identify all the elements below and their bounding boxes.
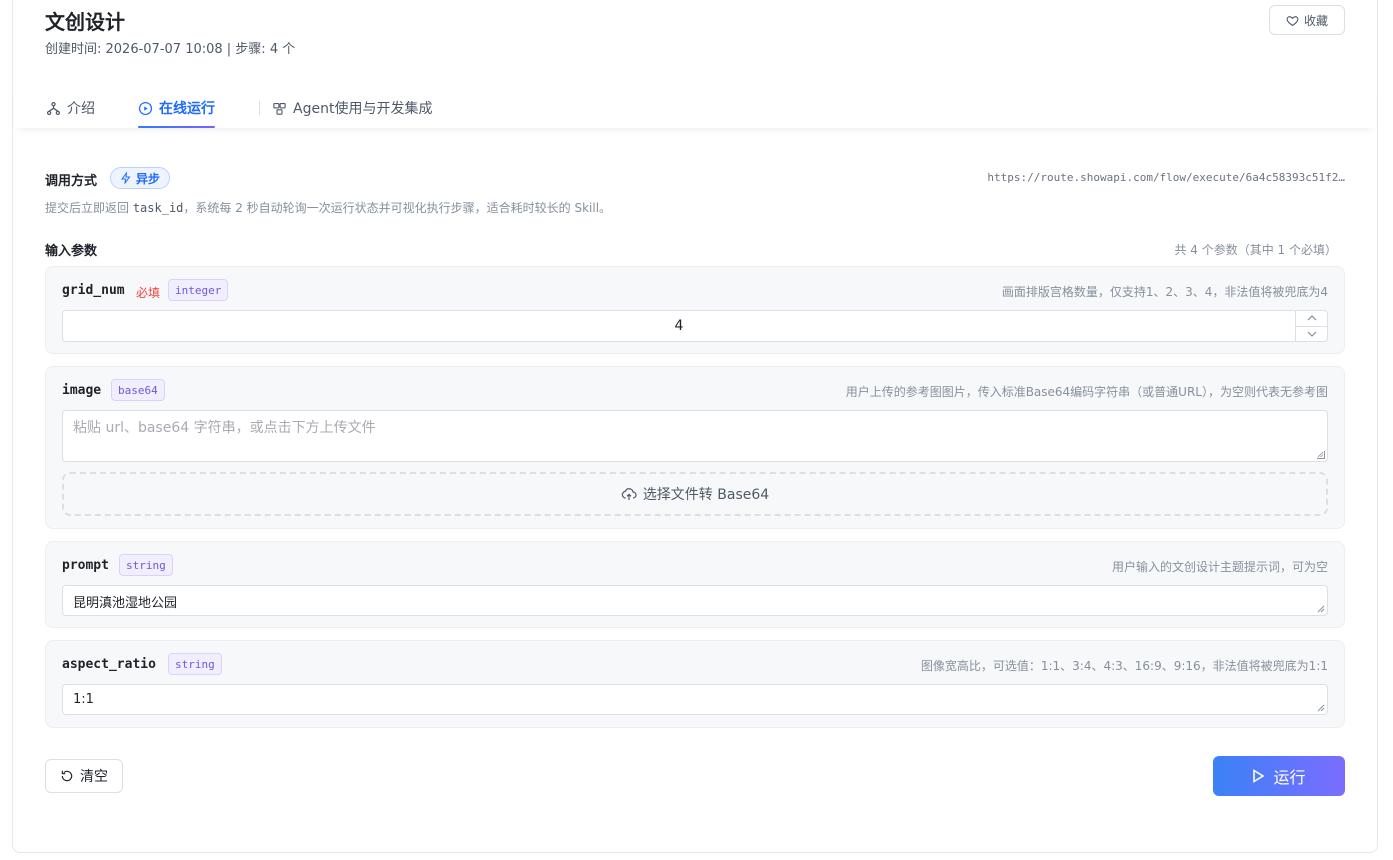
desc-text-1: 提交后立即返回: [45, 201, 133, 215]
type-badge: string: [168, 653, 222, 675]
input-params-label: 输入参数: [45, 244, 98, 259]
param-description: 用户输入的文创设计主题提示词，可为空: [1111, 560, 1328, 574]
clear-button[interactable]: 清空: [45, 759, 123, 793]
param-aspect-ratio: aspect_ratio string 图像宽高比，可选值：1:1、3:4、4:…: [45, 640, 1345, 728]
param-description: 图像宽高比，可选值：1:1、3:4、4:3、16:9、9:16，非法值将被兜底为…: [920, 659, 1328, 673]
param-count: 共 4 个参数（其中 1 个必填）: [1174, 243, 1337, 257]
resize-handle-icon[interactable]: [1317, 704, 1325, 712]
play-icon: [1252, 769, 1266, 783]
chevron-down-icon[interactable]: [1296, 327, 1327, 342]
required-mark: 必填: [136, 286, 161, 300]
param-name: image: [62, 383, 102, 398]
stepper-buttons: [1295, 311, 1327, 341]
task-id-code: task_id: [132, 201, 184, 215]
upload-cloud-icon: [621, 486, 637, 502]
type-badge: base64: [111, 379, 165, 401]
prompt-input-value: 昆明滇池湿地公园: [73, 596, 178, 611]
param-prompt: prompt string 用户输入的文创设计主题提示词，可为空 昆明滇池湿地公…: [45, 541, 1345, 628]
tab-separator: [259, 101, 260, 115]
image-input[interactable]: 粘贴 url、base64 字符串，或点击下方上传文件: [62, 410, 1328, 462]
param-name: prompt: [62, 558, 109, 573]
async-badge: 异步: [110, 167, 171, 189]
param-image: image base64 用户上传的参考图图片，传入标准Base64编码字符串（…: [45, 366, 1345, 529]
page-title: 文创设计: [45, 10, 125, 34]
page-meta: 创建时间: 2026-07-07 10:08 | 步骤: 4 个: [45, 42, 296, 57]
tab-online-run[interactable]: 在线运行: [138, 88, 215, 128]
tab-active-underline: [138, 126, 215, 128]
invoke-mode-label: 调用方式: [45, 174, 98, 189]
favorite-button[interactable]: 收藏: [1269, 5, 1345, 35]
api-icon: [272, 101, 287, 116]
undo-icon: [60, 769, 74, 783]
upload-label: 选择文件转 Base64: [642, 487, 770, 503]
lightning-icon: [120, 172, 132, 184]
param-description: 画面排版宫格数量，仅支持1、2、3、4，非法值将被兜底为4: [1001, 285, 1328, 299]
tab-intro[interactable]: 介绍: [46, 88, 95, 128]
grid-num-stepper[interactable]: 4: [62, 310, 1328, 342]
grid-num-value[interactable]: 4: [63, 311, 1295, 341]
aspect-ratio-input[interactable]: 1:1: [62, 684, 1328, 715]
param-description: 用户上传的参考图图片，传入标准Base64编码字符串（或普通URL），为空则代表…: [845, 385, 1328, 399]
tab-intro-label: 介绍: [67, 101, 95, 117]
flow-icon: [46, 101, 61, 116]
type-badge: string: [119, 554, 173, 576]
async-badge-label: 异步: [136, 171, 161, 186]
desc-text-2: ，系统每 2 秒自动轮询一次运行状态并可视化执行步骤，适合耗时较长的 Skill…: [183, 201, 612, 215]
type-badge: integer: [168, 279, 229, 301]
aspect-ratio-value: 1:1: [73, 692, 94, 707]
upload-base64-button[interactable]: 选择文件转 Base64: [62, 472, 1328, 516]
endpoint-url[interactable]: https://route.showapi.com/flow/execute/6…: [960, 171, 1345, 184]
tab-bar: 介绍 在线运行 Agent使用与开发集成: [14, 88, 1376, 128]
tab-online-run-label: 在线运行: [159, 101, 215, 117]
tab-agent-integration[interactable]: Agent使用与开发集成: [272, 88, 432, 128]
prompt-input[interactable]: 昆明滇池湿地公园: [62, 585, 1328, 616]
run-button[interactable]: 运行: [1213, 756, 1345, 796]
param-name: grid_num: [62, 283, 125, 298]
image-input-placeholder: 粘贴 url、base64 字符串，或点击下方上传文件: [73, 420, 376, 436]
invoke-description: 提交后立即返回 task_id，系统每 2 秒自动轮询一次运行状态并可视化执行步…: [45, 199, 611, 216]
param-grid-num: grid_num 必填 integer 画面排版宫格数量，仅支持1、2、3、4，…: [45, 266, 1345, 354]
play-circle-icon: [138, 101, 153, 116]
resize-handle-icon[interactable]: [1317, 451, 1325, 459]
clear-label: 清空: [80, 769, 108, 785]
heart-icon: [1286, 14, 1299, 27]
resize-handle-icon[interactable]: [1317, 605, 1325, 613]
run-label: 运行: [1273, 768, 1306, 787]
tab-agent-label: Agent使用与开发集成: [293, 101, 433, 117]
chevron-up-icon[interactable]: [1296, 311, 1327, 327]
favorite-label: 收藏: [1303, 13, 1328, 28]
param-name: aspect_ratio: [62, 657, 156, 672]
